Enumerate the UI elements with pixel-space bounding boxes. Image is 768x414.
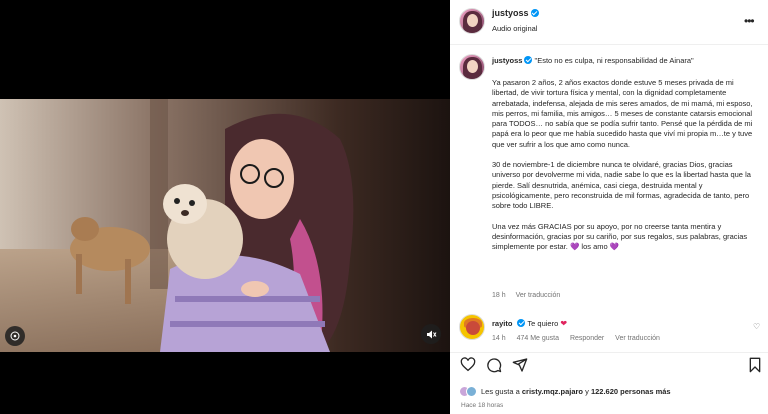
red-heart-icon: ❤ [560, 319, 568, 328]
caption-closing: Una vez más GRACIAS por su apoyo, por no… [492, 221, 748, 252]
liker-username[interactable]: cristy.mqz.pajaro [522, 387, 583, 396]
comment-username[interactable]: rayito [492, 319, 512, 328]
post-timestamp[interactable]: Hace 18 horas [461, 402, 503, 409]
heart-icon[interactable] [460, 357, 476, 373]
verified-icon [524, 56, 533, 64]
caption-meta: 18 h Ver traducción [492, 292, 568, 299]
caption-paragraph: 30 de noviembre-1 de diciembre nunca te … [492, 160, 751, 211]
video-player[interactable] [0, 99, 450, 352]
comment-icon[interactable] [486, 357, 502, 373]
reply-button[interactable]: Responder [570, 335, 604, 342]
share-icon[interactable] [512, 357, 528, 373]
likes-count[interactable]: 122.620 personas más [591, 387, 671, 396]
caption-time[interactable]: 18 h [492, 292, 506, 299]
audio-label[interactable]: Audio original [492, 24, 537, 33]
see-translation-link[interactable]: Ver traducción [516, 292, 561, 299]
post-header: justyoss Audio original ••• [450, 0, 768, 45]
caption-paragraph: Ya pasaron 2 años, 2 años exactos donde … [492, 78, 753, 149]
avatar[interactable] [459, 54, 485, 80]
bookmark-icon[interactable] [747, 357, 763, 373]
caption-username[interactable]: justyoss [492, 56, 522, 65]
more-icon[interactable]: ••• [744, 14, 755, 28]
comment-meta: 14 h 474 Me gusta Responder Ver traducci… [492, 335, 669, 342]
likes-summary[interactable]: Les gusta a cristy.mqz.pajaro y 122.620 … [459, 384, 671, 398]
reel-icon[interactable] [5, 326, 25, 346]
video-frame [0, 99, 450, 352]
avatar[interactable] [459, 314, 485, 340]
see-translation-link[interactable]: Ver traducción [615, 335, 660, 342]
avatar [466, 385, 477, 397]
caption-headline: justyoss "Esto no es culpa, ni responsab… [492, 56, 762, 65]
caption-title: "Esto no es culpa, ni responsabilidad de… [534, 56, 694, 65]
comment-text: rayito Te quiero ❤ [492, 319, 568, 328]
post-username[interactable]: justyoss [492, 8, 539, 18]
comment-like-icon[interactable]: ♡ [753, 322, 760, 331]
action-bar: Les gusta a cristy.mqz.pajaro y 122.620 … [450, 352, 768, 414]
media-pane[interactable] [0, 0, 450, 414]
purple-heart-icon: 💜 [609, 242, 620, 252]
verified-icon [517, 319, 526, 327]
comment-likes[interactable]: 474 Me gusta [517, 335, 559, 342]
caption-body: Ya pasaron 2 años, 2 años exactos donde … [492, 78, 760, 262]
post-side-panel: justyoss Audio original ••• justyoss "Es… [450, 0, 768, 414]
comment-item: rayito Te quiero ❤ 14 h 474 Me gusta Res… [450, 308, 768, 348]
avatar[interactable] [459, 8, 485, 34]
verified-icon [530, 9, 539, 17]
caption: justyoss "Esto no es culpa, ni responsab… [450, 46, 768, 306]
purple-heart-icon: 💜 [569, 242, 580, 252]
mute-icon[interactable] [421, 324, 441, 344]
comment-time[interactable]: 14 h [492, 335, 506, 342]
